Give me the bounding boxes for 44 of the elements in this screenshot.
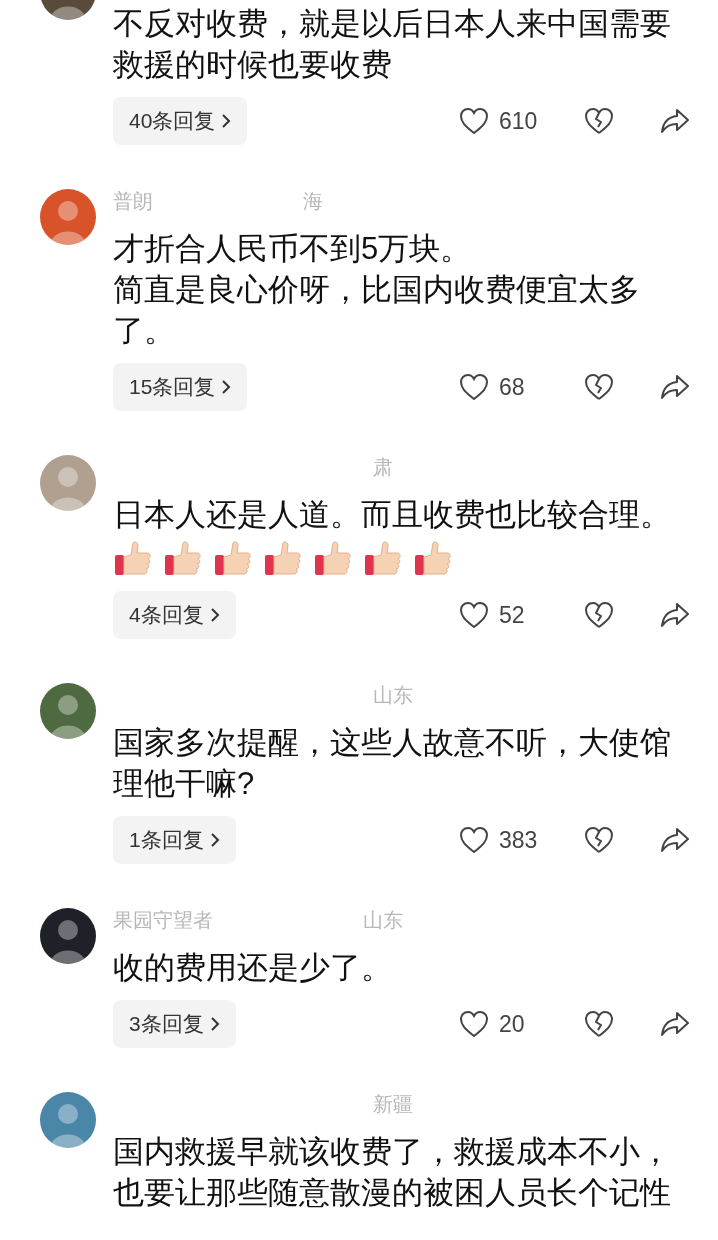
comment-text: 简直是良心价呀，比国内收费便宜太多了。 xyxy=(113,271,641,350)
broken-heart-icon[interactable] xyxy=(584,1010,614,1038)
comment-text: 国内救援早就该收费了，救援成本不小，也要让那些随意散漫的被困人员长个记性 xyxy=(113,1133,672,1212)
location-label: 山东 xyxy=(363,908,403,932)
replies-button[interactable]: 15条回复 xyxy=(113,363,248,411)
chevron-icon xyxy=(221,113,232,129)
replies-button[interactable]: 4条回复 xyxy=(113,591,236,639)
heart-icon[interactable] xyxy=(459,826,489,854)
comment-text: 国家多次提醒，这些人故意不听，大使馆理他干嘛? xyxy=(113,724,672,803)
broken-heart-icon[interactable] xyxy=(584,373,614,401)
location-label: 山东 xyxy=(373,683,413,707)
comment-text: 收的费用还是少了。 xyxy=(113,949,393,987)
like-count: 20 xyxy=(499,1009,525,1039)
heart-icon[interactable] xyxy=(459,107,489,135)
replies-button[interactable]: 3条回复 xyxy=(113,1000,236,1048)
broken-heart-icon[interactable] xyxy=(584,826,614,854)
like-count: 68 xyxy=(499,372,525,402)
replies-button[interactable]: 40条回复 xyxy=(113,97,248,145)
like-count: 52 xyxy=(499,600,525,630)
chevron-icon xyxy=(209,607,220,623)
broken-heart-icon[interactable] xyxy=(584,601,614,629)
heart-icon[interactable] xyxy=(459,1010,489,1038)
location-label: 海 xyxy=(303,189,323,213)
chevron-icon xyxy=(209,832,220,848)
replies-button[interactable]: 1条回复 xyxy=(113,816,236,864)
chevron-icon xyxy=(221,379,232,395)
like-count: 610 xyxy=(499,106,538,136)
comment-text: 才折合人民币不到5万块。 xyxy=(113,230,473,268)
share-icon[interactable] xyxy=(660,1011,690,1037)
broken-heart-icon[interactable] xyxy=(584,107,614,135)
share-icon[interactable] xyxy=(660,602,690,628)
comment-text: 日本人还是人道。而且收费也比较合理。 xyxy=(113,496,672,534)
location-label: 肃 xyxy=(373,455,393,479)
share-icon[interactable] xyxy=(660,108,690,134)
location-label: 新疆 xyxy=(373,1092,413,1116)
share-icon[interactable] xyxy=(660,374,690,400)
heart-icon[interactable] xyxy=(459,601,489,629)
comment-text: 不反对收费，就是以后日本人来中国需要救援的时候也要收费 xyxy=(113,5,672,84)
like-count: 383 xyxy=(499,825,538,855)
heart-icon[interactable] xyxy=(459,373,489,401)
chevron-icon xyxy=(209,1016,220,1032)
share-icon[interactable] xyxy=(660,827,690,853)
avatar[interactable] xyxy=(40,908,96,964)
avatar[interactable] xyxy=(40,683,96,739)
